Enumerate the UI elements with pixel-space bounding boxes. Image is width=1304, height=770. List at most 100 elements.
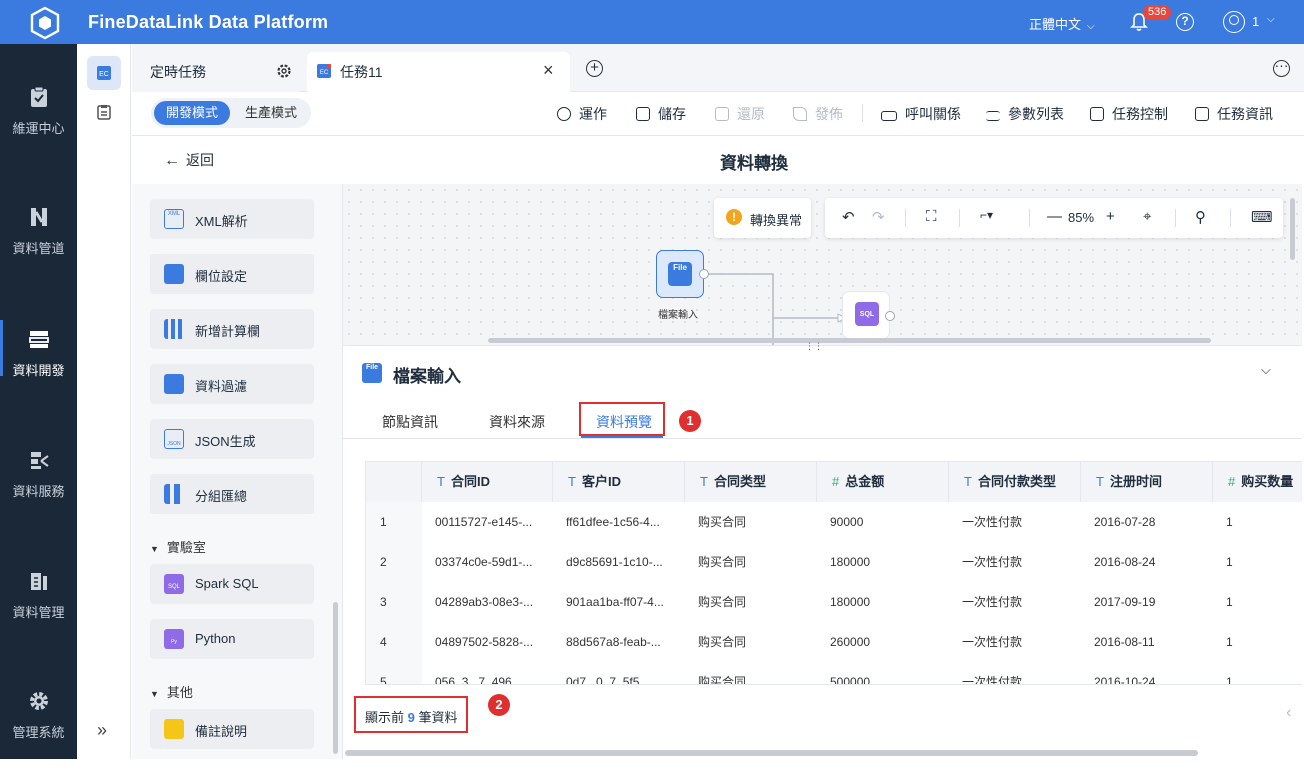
user-name[interactable]: 1 bbox=[1252, 14, 1259, 29]
node-port[interactable] bbox=[885, 311, 895, 321]
call-relation-button[interactable]: 呼叫關係 bbox=[881, 104, 961, 124]
component-field-settings[interactable]: 欄位設定 bbox=[150, 254, 314, 294]
page-title-bar: ← 返回 資料轉換 bbox=[132, 136, 1304, 184]
chevron-down-icon[interactable]: ⌵ bbox=[1261, 362, 1271, 378]
tab-node-info[interactable]: 節點資訊 bbox=[382, 412, 438, 432]
sidebar-item-pipeline[interactable]: 資料管道 bbox=[0, 206, 77, 286]
column-header[interactable]: T 注册时间 bbox=[1081, 462, 1213, 502]
table-row[interactable]: 4 04897502-5828-... 88d567a8-feab-... 购买合同 2… bbox=[366, 622, 1302, 662]
component-json-gen[interactable]: JSON JSON生成 bbox=[150, 419, 314, 459]
table-row[interactable]: 3 04289ab3-08e3-... 901aa1ba-ff07-4... 购买合同… bbox=[366, 582, 1302, 622]
node-spark-sql[interactable]: SQL bbox=[842, 291, 895, 339]
chevron-down-icon: ⌵ bbox=[1087, 21, 1095, 32]
chevron-left-icon[interactable]: ‹ bbox=[1286, 704, 1291, 722]
dev-mode-button[interactable]: 開發模式 bbox=[154, 101, 231, 125]
canvas-v-scrollbar[interactable] bbox=[1290, 198, 1295, 260]
row-count-text: 顯示前 9 筆資料 bbox=[365, 707, 458, 726]
send-icon bbox=[793, 107, 807, 121]
column-header[interactable]: T 合同付款类型 bbox=[949, 462, 1081, 502]
node-file-input[interactable]: File bbox=[656, 250, 709, 298]
sidebar-item-dev[interactable]: 資料開發 bbox=[0, 320, 77, 408]
sidebar-item-manage[interactable]: 資料管理 bbox=[0, 570, 77, 650]
sidebar-item-service[interactable]: 資料服務 bbox=[0, 449, 77, 529]
row-count: 9 bbox=[407, 710, 415, 725]
back-button[interactable]: ← 返回 bbox=[164, 150, 214, 170]
task-control-button[interactable]: 任務控制 bbox=[1090, 104, 1168, 124]
save-button[interactable]: 儲存 bbox=[636, 104, 686, 124]
publish-button[interactable]: 發佈 bbox=[793, 104, 843, 124]
gear-icon[interactable] bbox=[276, 63, 292, 79]
clipboard-icon[interactable] bbox=[96, 104, 112, 120]
param-list-button[interactable]: 參數列表 bbox=[986, 104, 1064, 124]
active-tab-underline bbox=[581, 436, 663, 438]
component-group-summary[interactable]: 分組匯總 bbox=[150, 474, 314, 514]
drag-handle-icon[interactable]: ⋮⋮ bbox=[805, 341, 823, 352]
component-xml-parse[interactable]: XML XML解析 bbox=[150, 199, 314, 239]
text-type-icon: T bbox=[437, 474, 445, 489]
component-label: 分組匯總 bbox=[195, 489, 248, 504]
run-button[interactable]: 運作 bbox=[557, 104, 607, 124]
column-header[interactable]: T 客户ID bbox=[553, 462, 685, 502]
column-header[interactable]: T 合同类型 bbox=[685, 462, 817, 502]
table-row[interactable]: 2 03374c0e-59d1-... d9c85691-1c10-... 购买合同 1… bbox=[366, 542, 1302, 582]
gear-icon bbox=[29, 692, 48, 710]
sidebar-item-label: 資料服務 bbox=[12, 484, 65, 499]
table-cell: 260000 bbox=[830, 635, 871, 649]
column-header[interactable]: T 合同ID bbox=[422, 462, 553, 502]
table-cell: 03374c0e-59d1-... bbox=[435, 555, 533, 569]
tab-data-source[interactable]: 資料來源 bbox=[489, 412, 545, 432]
table-row[interactable]: 5 056..3...7..496... 0d7...0..7..5f5... 购买合… bbox=[366, 662, 1302, 685]
mode-switch: 開發模式 生產模式 bbox=[151, 98, 311, 128]
fine-logo-icon[interactable] bbox=[28, 6, 62, 40]
caret-down-icon: ▼ bbox=[150, 689, 159, 699]
chevron-down-icon[interactable]: ⌵ bbox=[1267, 14, 1275, 25]
section-label: 其他 bbox=[166, 685, 193, 700]
add-tab-icon[interactable]: + bbox=[586, 60, 603, 77]
help-icon[interactable]: ? bbox=[1176, 13, 1194, 31]
sidebar-item-label: 資料開發 bbox=[12, 363, 65, 378]
close-icon[interactable]: × bbox=[543, 60, 554, 81]
flow-canvas[interactable]: ! 轉換異常 ↶ ↷ ⛶ ⌐▾ — 85% + ⌖ ⚲ ⌨ File 檔案輸入 … bbox=[343, 184, 1302, 345]
tab-bar: 定時任務 EC 任務11 × + ··· bbox=[132, 44, 1304, 92]
tab-task11[interactable]: EC 任務11 × bbox=[307, 52, 570, 92]
component-spark-sql[interactable]: SQL Spark SQL bbox=[150, 564, 314, 604]
more-icon[interactable]: ··· bbox=[1273, 58, 1290, 77]
component-python[interactable]: Py Python bbox=[150, 619, 314, 659]
component-calc-column[interactable]: 新增計算欄 bbox=[150, 309, 314, 349]
sidebar-item-system[interactable]: 管理系統 bbox=[0, 690, 77, 770]
language-selector[interactable]: 正體中文 ⌵ bbox=[1029, 14, 1095, 33]
node-port[interactable] bbox=[699, 269, 709, 279]
table-cell: 180000 bbox=[830, 595, 871, 609]
expand-sidebar-icon[interactable]: » bbox=[97, 720, 107, 741]
canvas-h-scrollbar[interactable] bbox=[488, 338, 1211, 343]
component-label: Spark SQL bbox=[195, 576, 259, 591]
table-cell: 2016-10-24 bbox=[1094, 675, 1156, 685]
component-note[interactable]: 備註說明 bbox=[150, 709, 314, 749]
sidebar-item-label: 資料管道 bbox=[12, 241, 65, 256]
play-icon bbox=[557, 107, 571, 121]
column-header[interactable]: # 购买数量 bbox=[1213, 462, 1302, 502]
note-icon bbox=[164, 719, 184, 739]
restore-button[interactable]: 還原 bbox=[715, 104, 765, 124]
component-label: JSON生成 bbox=[195, 434, 256, 449]
python-icon: Py bbox=[164, 629, 184, 649]
component-filter[interactable]: 資料過濾 bbox=[150, 364, 314, 404]
file-icon: File bbox=[362, 363, 382, 383]
edge-connector bbox=[709, 273, 848, 345]
panel-scrollbar[interactable] bbox=[333, 602, 338, 754]
column-header[interactable]: # 总金额 bbox=[817, 462, 949, 502]
table-cell: 90000 bbox=[830, 515, 864, 529]
section-lab[interactable]: ▼ 實驗室 bbox=[150, 537, 206, 556]
section-other[interactable]: ▼ 其他 bbox=[150, 682, 193, 701]
table-row[interactable]: 1 00115727-e145-... ff61dfee-1c56-4... 购买合同… bbox=[366, 502, 1302, 542]
table-header: T 合同ID T 客户ID T 合同类型 # 总金额 T 合同付款类型 T 注册时间 # 购买… bbox=[366, 462, 1302, 502]
table-cell: 2016-08-11 bbox=[1094, 635, 1155, 649]
prod-mode-button[interactable]: 生產模式 bbox=[233, 101, 309, 125]
user-avatar-icon[interactable] bbox=[1223, 11, 1245, 33]
tab-scheduled-tasks[interactable]: 定時任務 bbox=[132, 52, 300, 92]
task-info-button[interactable]: 任務資訊 bbox=[1195, 104, 1273, 124]
sidebar-item-ops[interactable]: 維運中心 bbox=[0, 86, 77, 166]
task-dev-tab[interactable]: EC bbox=[87, 56, 121, 90]
panel-h-scrollbar[interactable] bbox=[345, 750, 1198, 756]
row-index: 3 bbox=[366, 582, 422, 622]
